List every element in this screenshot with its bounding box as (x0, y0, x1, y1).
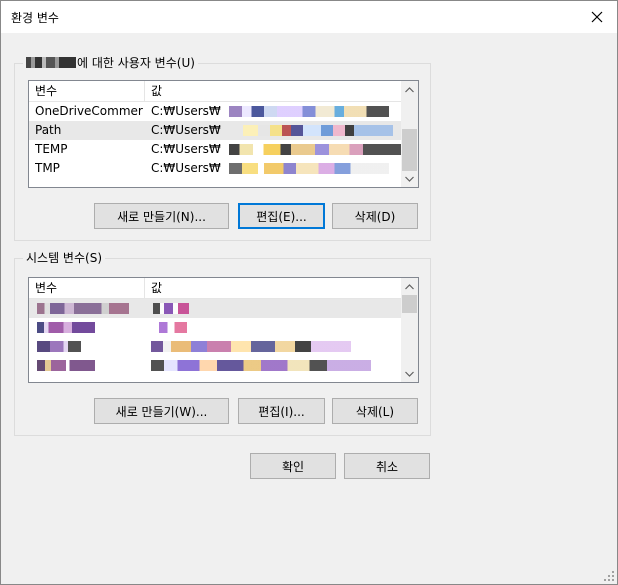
scroll-down-arrow[interactable] (401, 170, 418, 187)
user-new-button[interactable]: 새로 만들기(N)... (94, 203, 229, 229)
column-header-variable[interactable]: 변수 (29, 81, 145, 101)
list-item[interactable] (29, 299, 401, 318)
scroll-up-arrow[interactable] (401, 278, 418, 295)
chevron-up-icon (405, 86, 414, 92)
chevron-up-icon (405, 283, 414, 289)
user-variables-group: 에 대한 사용자 변수(U) 변수 값 OneDriveCommer... C:… (14, 55, 431, 241)
chevron-down-icon (405, 371, 414, 377)
user-edit-button[interactable]: 편집(E)... (238, 203, 325, 229)
environment-variables-dialog: 환경 변수 에 대한 사용자 변수(U) 변수 값 OneDriveCommer… (0, 0, 618, 585)
vertical-scrollbar[interactable] (401, 278, 418, 382)
resize-grip-icon[interactable] (603, 570, 615, 582)
column-header-variable[interactable]: 변수 (29, 278, 145, 298)
redacted-name (37, 322, 95, 333)
scroll-down-arrow[interactable] (401, 365, 418, 382)
variable-name: TMP (35, 161, 60, 175)
scroll-up-arrow[interactable] (401, 81, 418, 98)
cancel-button[interactable]: 취소 (344, 453, 430, 479)
title-bar: 환경 변수 (1, 1, 617, 33)
user-variables-list[interactable]: 변수 값 OneDriveCommer... C:₩Users₩ Path C:… (28, 80, 419, 188)
scroll-thumb[interactable] (402, 295, 417, 313)
list-header: 변수 값 (29, 81, 401, 102)
close-icon (591, 11, 603, 23)
variable-name: TEMP (35, 142, 68, 156)
redacted-value (151, 341, 351, 352)
system-delete-button[interactable]: 삭제(L) (332, 398, 418, 424)
list-item[interactable] (29, 337, 401, 356)
ok-button[interactable]: 확인 (250, 453, 336, 479)
redacted-value (229, 144, 401, 155)
column-header-value[interactable]: 값 (145, 81, 405, 101)
redacted-value (229, 163, 389, 174)
list-item[interactable]: TMP C:₩Users₩ (29, 159, 401, 178)
list-header: 변수 값 (29, 278, 401, 299)
window-title: 환경 변수 (11, 11, 59, 25)
list-item[interactable] (29, 318, 401, 337)
list-item[interactable]: OneDriveCommer... C:₩Users₩ (29, 102, 401, 121)
system-variables-group: 시스템 변수(S) 변수 값 새로 만들기(W)... 편집(I)... 삭제(… (14, 250, 431, 436)
redacted-name (37, 341, 81, 352)
redacted-name (37, 360, 95, 371)
user-delete-button[interactable]: 삭제(D) (332, 203, 418, 229)
system-variables-label: 시스템 변수(S) (23, 250, 105, 266)
list-item[interactable]: TEMP C:₩Users₩ (29, 140, 401, 159)
redacted-username (26, 57, 76, 68)
redacted-value (243, 125, 393, 136)
close-button[interactable] (577, 1, 617, 33)
redacted-value (229, 106, 389, 117)
system-edit-button[interactable]: 편집(I)... (238, 398, 325, 424)
system-new-button[interactable]: 새로 만들기(W)... (94, 398, 229, 424)
redacted-value (151, 360, 371, 371)
list-item[interactable]: Path C:₩Users₩ (29, 121, 401, 140)
list-item[interactable] (29, 356, 401, 375)
system-variables-list[interactable]: 변수 값 (28, 277, 419, 383)
redacted-name (37, 303, 129, 314)
redacted-value (159, 322, 187, 333)
scroll-thumb[interactable] (402, 129, 417, 171)
chevron-down-icon (405, 176, 414, 182)
redacted-value (153, 303, 189, 314)
column-header-value[interactable]: 값 (145, 278, 405, 298)
user-variables-label: 에 대한 사용자 변수(U) (23, 55, 198, 71)
vertical-scrollbar[interactable] (401, 81, 418, 187)
variable-name: Path (35, 123, 62, 137)
variable-name: OneDriveCommer... (35, 104, 143, 118)
